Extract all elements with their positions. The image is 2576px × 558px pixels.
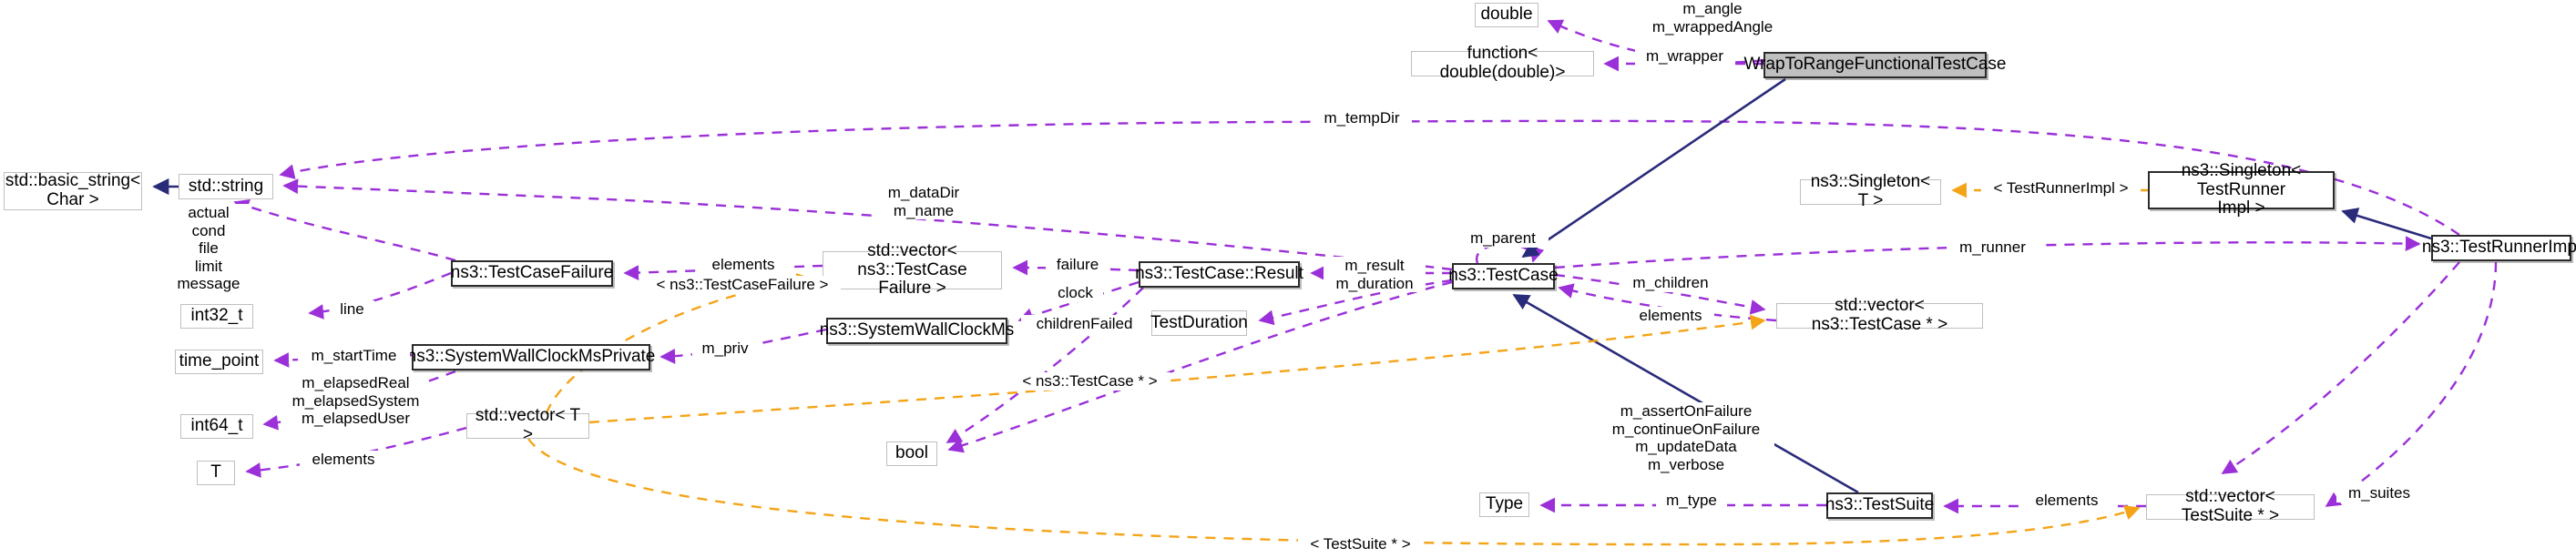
class-node-int64_t[interactable]: int64_t (180, 414, 253, 439)
edge-label-lbl_failure: failure (1046, 256, 1109, 274)
class-node-type[interactable]: Type (1479, 492, 1529, 517)
class-node-testduration[interactable]: TestDuration (1150, 310, 1248, 336)
class-node-vec_testsuite_ptr[interactable]: std::vector< TestSuite * > (2146, 487, 2315, 525)
class-node-swcms_private[interactable]: ns3::SystemWallClockMsPrivate (407, 344, 655, 370)
edge-label-lbl_childrenFailed: childrenFailed (1021, 315, 1148, 333)
edge-label-lbl_m_tempDir: m_tempDir (1312, 109, 1412, 127)
edge-label-lbl_m_result: m_result m_duration (1324, 257, 1426, 293)
class-node-time_point[interactable]: time_point (175, 350, 263, 374)
edge-label-lbl_lt_testsuiteptr: < TestSuite * > (1298, 535, 1423, 553)
edge-failure-strings (233, 198, 456, 262)
class-node-function_dd[interactable]: function< double(double)> (1411, 44, 1594, 82)
edge-childrenfailed (946, 287, 1144, 444)
edge-label-lbl_m_dataDir: m_dataDir m_name (873, 184, 975, 220)
edge-label-lbl_elements_T: elements (300, 451, 387, 469)
edge-m-parent (1476, 243, 1545, 264)
class-node-vec_testcase_ptr[interactable]: std::vector< ns3::TestCase * > (1776, 296, 1983, 334)
class-node-singleton_tri[interactable]: ns3::Singleton< TestRunner Impl > (2148, 161, 2335, 218)
edge-label-lbl_m_runner: m_runner (1947, 238, 2039, 257)
class-node-std_string[interactable]: std::string (179, 174, 273, 199)
collaboration-diagram: std::basic_string< Char > std::stringint3… (0, 0, 2576, 558)
edge-label-lbl_clock: clock (1048, 284, 1103, 302)
edge-label-lbl_m_wrapper: m_wrapper (1635, 47, 1734, 66)
edge-inherit-testcase (1521, 77, 1786, 259)
edge-label-lbl_m_children: m_children (1620, 274, 1721, 292)
class-node-basic_string[interactable]: std::basic_string< Char > (4, 171, 142, 210)
class-node-testrunnerimpl[interactable]: ns3::TestRunnerImpl (2422, 235, 2576, 261)
class-node-T[interactable]: T (197, 461, 235, 485)
class-node-vec_tcfailure[interactable]: std::vector< ns3::TestCase Failure > (823, 241, 1002, 298)
class-node-double[interactable]: double (1475, 3, 1538, 27)
class-node-singleton_T[interactable]: ns3::Singleton< T > (1800, 172, 1941, 210)
edge-label-lbl_elements_tcf: elements (700, 256, 787, 274)
class-node-swcms[interactable]: ns3::SystemWallClockMs (820, 318, 1014, 344)
edge-label-lbl_elements_tc: elements (1627, 307, 1714, 325)
edge-m-suites (2325, 261, 2498, 508)
edge-assert-flags (947, 280, 1453, 453)
edge-inherit-singleton (2341, 208, 2432, 240)
edge-label-lbl_m_elapsed: m_elapsedReal m_elapsedSystem m_elapsedU… (283, 374, 428, 428)
edge-label-lbl_lt_tcfailure: < ns3::TestCaseFailure > (644, 276, 841, 294)
edge-label-lbl_m_type: m_type (1656, 492, 1727, 510)
edge-label-lbl_m_priv: m_priv (692, 340, 758, 358)
template-edges (527, 182, 2148, 546)
class-node-vector_T[interactable]: std::vector< T > (466, 406, 589, 444)
class-node-testcase[interactable]: ns3::TestCase (1448, 263, 1559, 289)
edge-label-lbl_lt_trimpl: < TestRunnerImpl > (1981, 179, 2141, 198)
class-node-testcasefailure[interactable]: ns3::TestCaseFailure (451, 260, 613, 287)
edge-runner-to-suites-aux (2221, 261, 2460, 475)
edge-label-lbl_assert: m_assertOnFailure m_continueOnFailure m_… (1598, 402, 1774, 474)
class-node-int32_t[interactable]: int32_t (180, 304, 253, 329)
edge-m-tempdir (279, 119, 2460, 236)
edge-label-lbl_m_startTime: m_startTime (298, 347, 410, 365)
class-node-bool[interactable]: bool (886, 441, 937, 466)
class-node-testcase_result[interactable]: ns3::TestCase::Result (1135, 261, 1303, 288)
class-node-wraptorange[interactable]: WrapToRangeFunctionalTestCase (1744, 52, 2006, 78)
edge-label-lbl_line: line (330, 300, 374, 319)
edge-label-lbl_elements_ts: elements (2023, 492, 2111, 510)
edge-label-lbl_lt_testcaseptr: < ns3::TestCase * > (1009, 372, 1170, 391)
edge-label-lbl_m_suites: m_suites (2336, 484, 2422, 502)
edge-label-lbl_m_angle: m_angle m_wrappedAngle (1630, 0, 1794, 36)
edge-label-lbl_actual: actual cond file limit message (166, 204, 251, 293)
class-node-testsuite[interactable]: ns3::TestSuite (1825, 492, 1934, 519)
edge-label-lbl_m_parent: m_parent (1457, 229, 1549, 248)
